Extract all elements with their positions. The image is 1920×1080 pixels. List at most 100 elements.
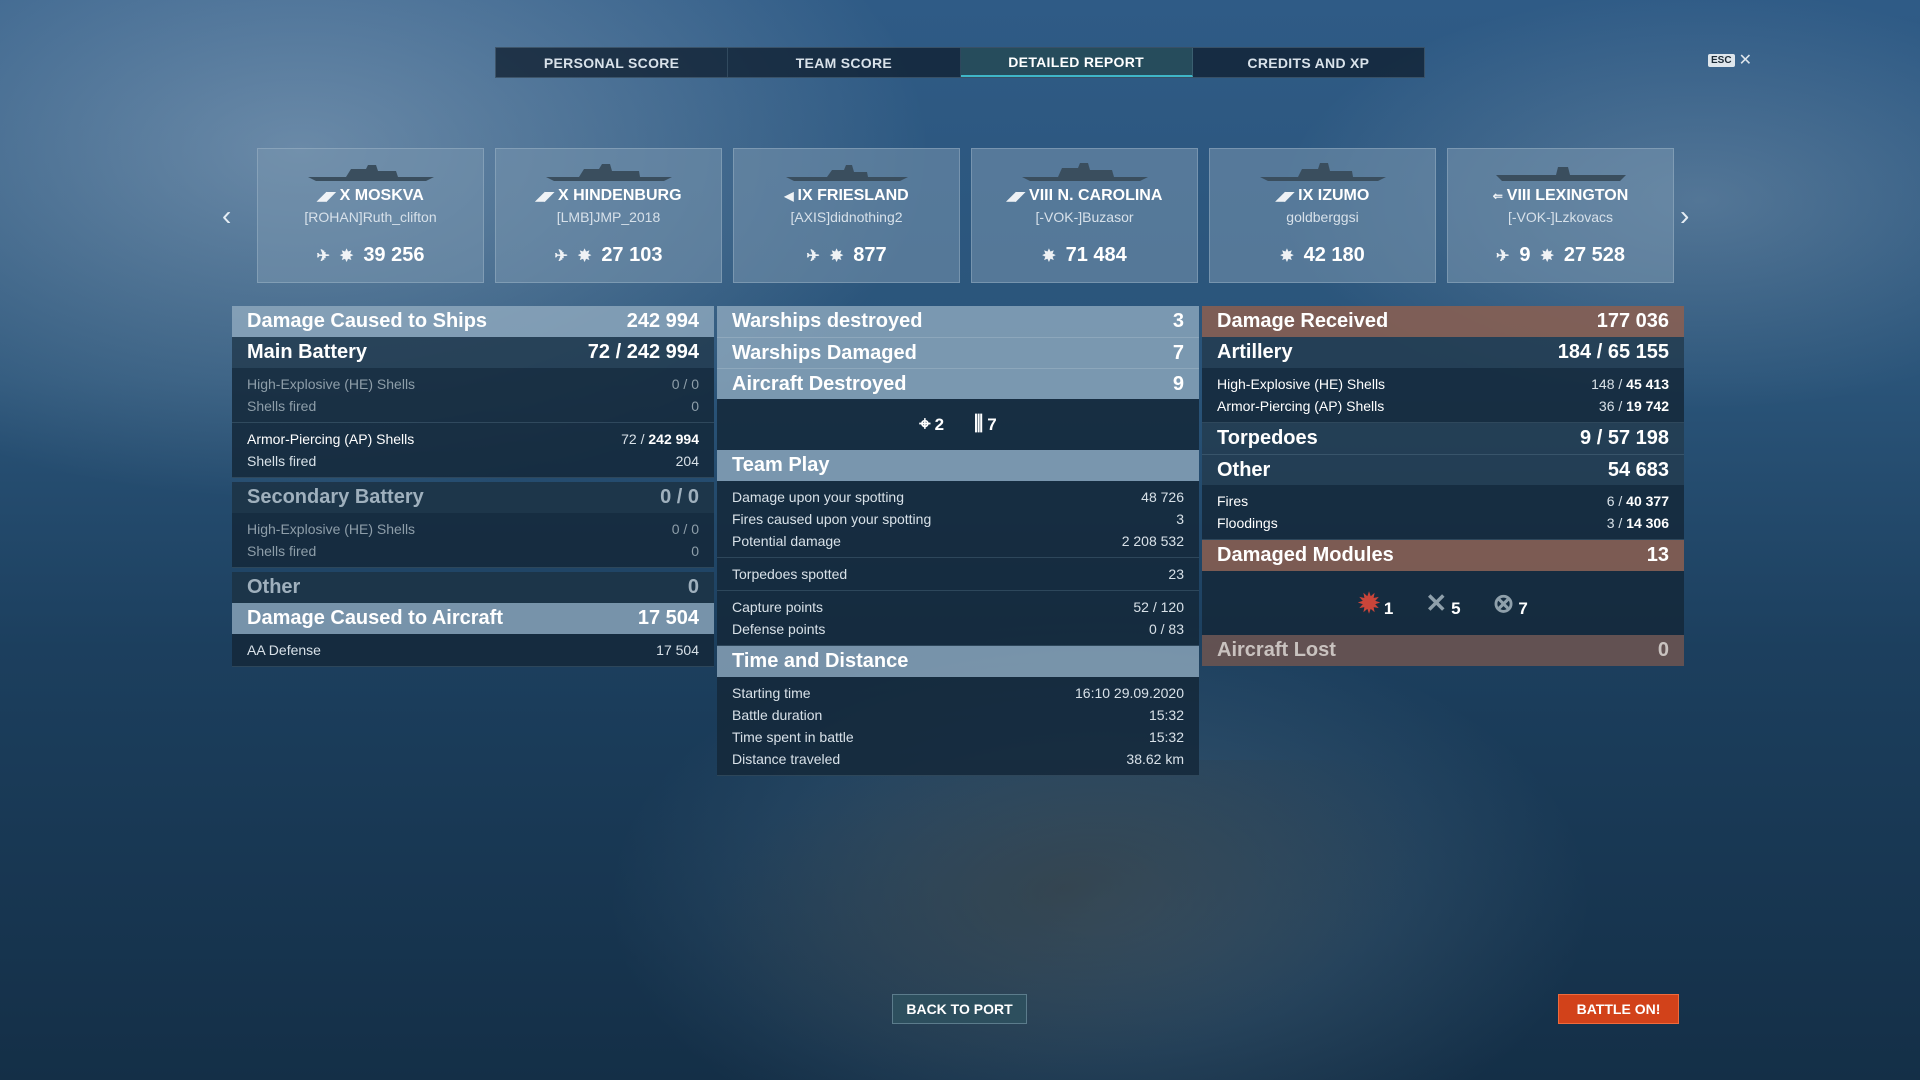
battle-duration-row: Battle duration 15:32 (732, 707, 1184, 723)
ship-silhouette-icon (1021, 163, 1148, 181)
aa-block: AA Defense 17 504 (232, 634, 714, 667)
starting-time-row: Starting time 16:10 29.09.2020 (732, 685, 1184, 701)
capture-points-row: Capture points 52 / 120 (732, 599, 1184, 615)
ship-stats: ✈ ✸ 877 (806, 244, 887, 266)
ship-silhouette-icon (307, 165, 434, 181)
explosion-icon: ✸ (339, 247, 354, 265)
explosion-icon: ✸ (1042, 247, 1056, 265)
ship-card[interactable]: ◢◤ VIII N. CAROLINA [-VOK-]Buzasor ✸ 71 48… (971, 148, 1198, 283)
engine-damage-icon: ✹ (1358, 587, 1380, 618)
ship-name: ◢◤ X HINDENBURG (535, 187, 682, 204)
aircraft-breakdown: ⌖ 2 ⫼ 7 (717, 399, 1199, 450)
ship-card[interactable]: ◢◤ IX IZUMO goldberggsi ✸ 42 180 (1209, 148, 1436, 283)
ap-fired-row: Shells fired 204 (247, 453, 699, 469)
cruiser-class-icon: ◢◤ (535, 189, 554, 203)
plane-icon: ✈ (806, 247, 820, 265)
achievements-panel: Warships destroyed 3 Warships Damaged 7 Ai… (717, 306, 1199, 776)
tab-team-score[interactable]: TEAM SCORE (728, 48, 961, 77)
artillery-block: High-Explosive (HE) Shells 148 / 45 413 A… (1202, 368, 1684, 423)
player-name: [ROHAN]Ruth_clifton (304, 209, 437, 225)
ship-cards: ◢◤ X MOSKVA [ROHAN]Ruth_clifton ✈ ✸ 39 256 … (257, 148, 1674, 283)
ship-card[interactable]: ◀ IX FRIESLAND [AXIS]didnothing2 ✈ ✸ 877 (733, 148, 960, 283)
ship-name: ◢◤ X MOSKVA (317, 187, 424, 204)
secondary-battery-header: Secondary Battery 0 / 0 (232, 482, 714, 513)
player-name: goldberggsi (1286, 209, 1359, 225)
time-distance-header: Time and Distance (717, 646, 1199, 677)
torpedoes-header: Torpedoes 9 / 57 198 (1202, 423, 1684, 454)
defense-points-row: Defense points 0 / 83 (732, 621, 1184, 637)
plane-shot-icon: ✈ (1495, 247, 1510, 265)
close-icon: ✕ (1738, 52, 1752, 69)
he-fired-row: Shells fired 0 (247, 398, 699, 414)
aa-defense-row: AA Defense 17 504 (247, 642, 699, 658)
plane-icon: ✈ (316, 247, 330, 265)
damage-aircraft-header: Damage Caused to Aircraft 17 504 (232, 603, 714, 634)
explosion-icon: ✸ (1280, 247, 1294, 265)
damaged-modules-icons: ✹ 1 ✕ 5 ⊗ 7 (1202, 571, 1684, 635)
explosion-icon: ✸ (829, 247, 844, 265)
carrier-class-icon: ⇐ (1492, 189, 1503, 203)
artillery-header: Artillery 184 / 65 155 (1202, 337, 1684, 368)
destroyer-class-icon: ◀ (784, 189, 794, 203)
ship-stats: ✈ ✸ 27 103 (554, 244, 663, 266)
ship-stats: ✸ 42 180 (1280, 244, 1365, 266)
warships-damaged-header: Warships Damaged 7 (717, 337, 1199, 368)
team-play-header: Team Play (717, 450, 1199, 481)
prev-ships-arrow[interactable]: ‹ (222, 200, 231, 232)
tab-detailed-report[interactable]: DETAILED REPORT (960, 48, 1193, 77)
ship-name: ◢◤ VIII N. CAROLINA (1006, 187, 1163, 204)
ap-shells-row: Armor-Piercing (AP) Shells 72 / 242 994 (247, 431, 699, 447)
spotting-damage-row: Damage upon your spotting 48 726 (732, 489, 1184, 505)
next-ships-arrow[interactable]: › (1680, 200, 1689, 232)
ship-card[interactable]: ◢◤ X HINDENBURG [LMB]JMP_2018 ✈ ✸ 27 103 (495, 148, 722, 283)
art-ap-row: Armor-Piercing (AP) Shells 36 / 19 742 (1217, 398, 1669, 414)
tab-personal-score[interactable]: PERSONAL SCORE (496, 48, 729, 77)
sec-fired-row: Shells fired 0 (247, 543, 699, 559)
battle-on-button[interactable]: BATTLE ON! (1558, 994, 1679, 1024)
time-spent-row: Time spent in battle 15:32 (732, 729, 1184, 745)
points-block: Capture points 52 / 120 Defense points 0 /… (717, 591, 1199, 646)
tab-credits-xp[interactable]: CREDITS AND XP (1193, 48, 1424, 77)
ship-stats: ✸ 71 484 (1042, 244, 1127, 266)
ship-name: ◀ IX FRIESLAND (784, 187, 909, 204)
floodings-row: Floodings 3 / 14 306 (1217, 515, 1669, 531)
back-to-port-button[interactable]: BACK TO PORT (892, 994, 1027, 1024)
sec-he-block: High-Explosive (HE) Shells 0 / 0 Shells f… (232, 513, 714, 568)
cruiser-class-icon: ◢◤ (317, 189, 336, 203)
ship-silhouette-icon (545, 164, 672, 181)
player-name: [-VOK-]Lzkovacs (1507, 209, 1614, 225)
player-name: [-VOK-]Buzasor (1035, 209, 1134, 225)
distance-row: Distance traveled 38.62 km (732, 751, 1184, 767)
plane-icon: ✈ (554, 247, 568, 265)
other-header: Other 0 (232, 572, 714, 603)
damaged-modules-header: Damaged Modules 13 (1202, 540, 1684, 571)
explosion-icon: ✸ (577, 247, 592, 265)
battleship-class-icon: ◢◤ (1006, 189, 1026, 203)
ship-name: ⇐ VIII LEXINGTON (1492, 187, 1629, 204)
fires-floods-block: Fires 6 / 40 377 Floodings 3 / 14 306 (1202, 485, 1684, 540)
ship-card[interactable]: ◢◤ X MOSKVA [ROHAN]Ruth_clifton ✈ ✸ 39 256 (257, 148, 484, 283)
torpedoes-spotted-row: Torpedoes spotted 23 (732, 566, 1184, 582)
background-ship-blur (625, 760, 1475, 1080)
fires-row: Fires 6 / 40 377 (1217, 493, 1669, 509)
torpedoes-spotted-block: Torpedoes spotted 23 (717, 558, 1199, 591)
ship-card[interactable]: ⇐ VIII LEXINGTON [-VOK-]Lzkovacs ✈ 9 ✸ 27 52… (1447, 148, 1674, 283)
crosshair-icon: ⌖ (919, 413, 931, 435)
ship-name: ◢◤ IX IZUMO (1275, 187, 1370, 204)
aircraft-lost-header: Aircraft Lost 0 (1202, 635, 1684, 666)
ship-silhouette-icon (785, 165, 908, 181)
aa-damage-icon: ⊗ (1492, 587, 1515, 618)
ship-stats: ✈ ✸ 39 256 (316, 244, 425, 266)
gun-damage-icon: ✕ (1425, 587, 1448, 618)
player-name: [AXIS]didnothing2 (790, 209, 903, 225)
main-battery-header: Main Battery 72 / 242 994 (232, 337, 714, 368)
damage-caused-panel: Damage Caused to Ships 242 994 Main Batte… (232, 306, 714, 667)
mb-he-block: High-Explosive (HE) Shells 0 / 0 Shells f… (232, 368, 714, 423)
damage-received-panel: Damage Received 177 036 Artillery 184 / 65… (1202, 306, 1684, 666)
warships-destroyed-header: Warships destroyed 3 (717, 306, 1199, 337)
close-button[interactable]: ESC ✕ (1708, 50, 1752, 70)
damage-ships-header: Damage Caused to Ships 242 994 (232, 306, 714, 337)
other-received-header: Other 54 683 (1202, 454, 1684, 485)
ship-silhouette-icon (1495, 167, 1626, 181)
art-he-row: High-Explosive (HE) Shells 148 / 45 413 (1217, 376, 1669, 392)
